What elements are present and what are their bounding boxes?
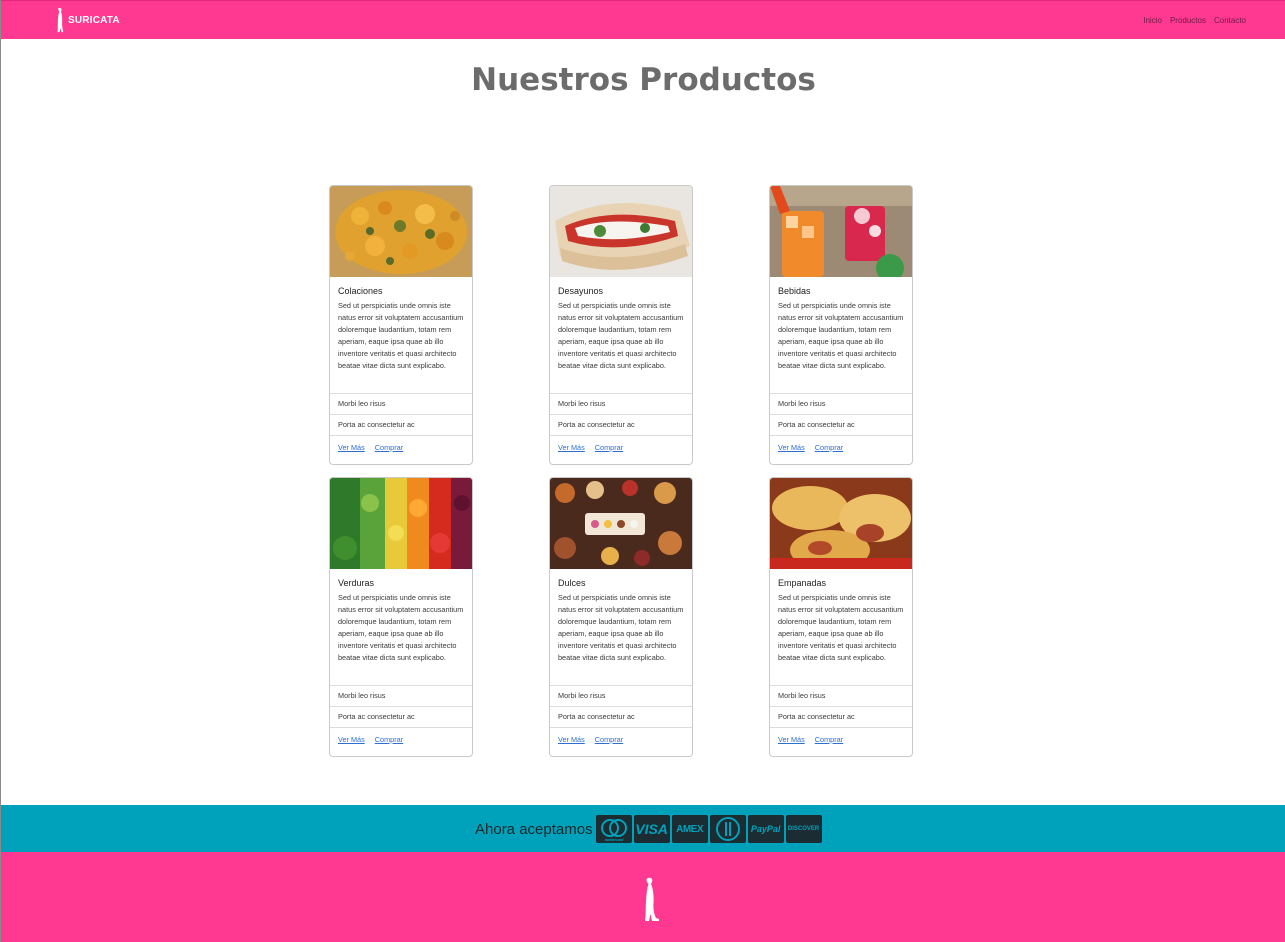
product-image-dulces [550,478,692,569]
card-list: Morbi leo risus Porta ac consectetur ac [550,393,692,436]
card-list: Morbi leo risus Porta ac consectetur ac [550,685,692,728]
product-image-colaciones [330,186,472,277]
product-image-bebidas [770,186,912,277]
product-image-desayunos [550,186,692,277]
diners-icon [709,815,746,843]
visa-icon: VISA [633,815,670,843]
page-title: Nuestros Productos [471,62,816,98]
card-list: Morbi leo risus Porta ac consectetur ac [330,393,472,436]
product-card-verduras: Verduras Sed ut perspiciatis unde omnis … [329,477,473,757]
meerkat-footer-icon [645,877,659,921]
ver-mas-link[interactable]: Ver Más [558,443,585,452]
list-item: Morbi leo risus [550,686,692,707]
brand-link[interactable]: SURICATA [55,6,120,34]
card-text: Sed ut perspiciatis unde omnis iste natu… [558,593,684,662]
card-list: Morbi leo risus Porta ac consectetur ac [770,685,912,728]
list-item: Morbi leo risus [550,394,692,415]
brand-name: SURICATA [68,14,120,26]
comprar-link[interactable]: Comprar [595,735,623,744]
product-image-verduras [330,478,472,569]
nav-link-productos[interactable]: Productos [1170,16,1206,25]
ver-mas-link[interactable]: Ver Más [778,735,805,744]
ver-mas-link[interactable]: Ver Más [338,735,365,744]
list-item: Porta ac consectetur ac [550,415,692,436]
ver-mas-link[interactable]: Ver Más [778,443,805,452]
payment-bar: Ahora aceptamos mastercard VISA AMEX Pay… [1,805,1285,852]
product-card-colaciones: Colaciones Sed ut perspiciatis unde omni… [329,185,473,465]
card-title: Bebidas [778,286,811,296]
card-title: Colaciones [338,286,383,296]
list-item: Morbi leo risus [770,394,912,415]
ver-mas-link[interactable]: Ver Más [558,735,585,744]
comprar-link[interactable]: Comprar [815,443,843,452]
card-text: Sed ut perspiciatis unde omnis iste natu… [338,301,464,370]
nav-link-contacto[interactable]: Contacto [1214,16,1246,25]
product-card-bebidas: Bebidas Sed ut perspiciatis unde omnis i… [769,185,913,465]
list-item: Porta ac consectetur ac [330,707,472,728]
card-text: Sed ut perspiciatis unde omnis iste natu… [778,593,904,662]
card-text: Sed ut perspiciatis unde omnis iste natu… [338,593,464,662]
product-card-desayunos: Desayunos Sed ut perspiciatis unde omnis… [549,185,693,465]
nav-link-inicio[interactable]: Inicio [1143,16,1162,25]
list-item: Porta ac consectetur ac [770,707,912,728]
product-image-empanadas [770,478,912,569]
list-item: Morbi leo risus [330,394,472,415]
footer [1,852,1285,942]
list-item: Porta ac consectetur ac [550,707,692,728]
list-item: Porta ac consectetur ac [330,415,472,436]
list-item: Porta ac consectetur ac [770,415,912,436]
amex-icon: AMEX [671,815,708,843]
card-title: Dulces [558,578,586,588]
svg-text:mastercard: mastercard [604,838,624,842]
list-item: Morbi leo risus [770,686,912,707]
card-title: Desayunos [558,286,604,296]
card-title: Empanadas [778,578,827,588]
list-item: Morbi leo risus [330,686,472,707]
comprar-link[interactable]: Comprar [815,735,843,744]
comprar-link[interactable]: Comprar [375,735,403,744]
card-title: Verduras [338,578,375,588]
discover-icon: DISCOVER [785,815,822,843]
card-text: Sed ut perspiciatis unde omnis iste natu… [778,301,904,370]
card-list: Morbi leo risus Porta ac consectetur ac [770,393,912,436]
card-list: Morbi leo risus Porta ac consectetur ac [330,685,472,728]
product-card-empanadas: Empanadas Sed ut perspiciatis unde omnis… [769,477,913,757]
comprar-link[interactable]: Comprar [375,443,403,452]
navbar: SURICATA Inicio Productos Contacto [1,0,1285,39]
payment-text: Ahora aceptamos [475,820,593,838]
ver-mas-link[interactable]: Ver Más [338,443,365,452]
card-text: Sed ut perspiciatis unde omnis iste natu… [558,301,684,370]
comprar-link[interactable]: Comprar [595,443,623,452]
mastercard-icon: mastercard [595,815,632,843]
nav-links: Inicio Productos Contacto [1143,16,1246,25]
paypal-icon: PayPal [747,815,784,843]
product-card-dulces: Dulces Sed ut perspiciatis unde omnis is… [549,477,693,757]
meerkat-logo-icon [57,7,64,32]
